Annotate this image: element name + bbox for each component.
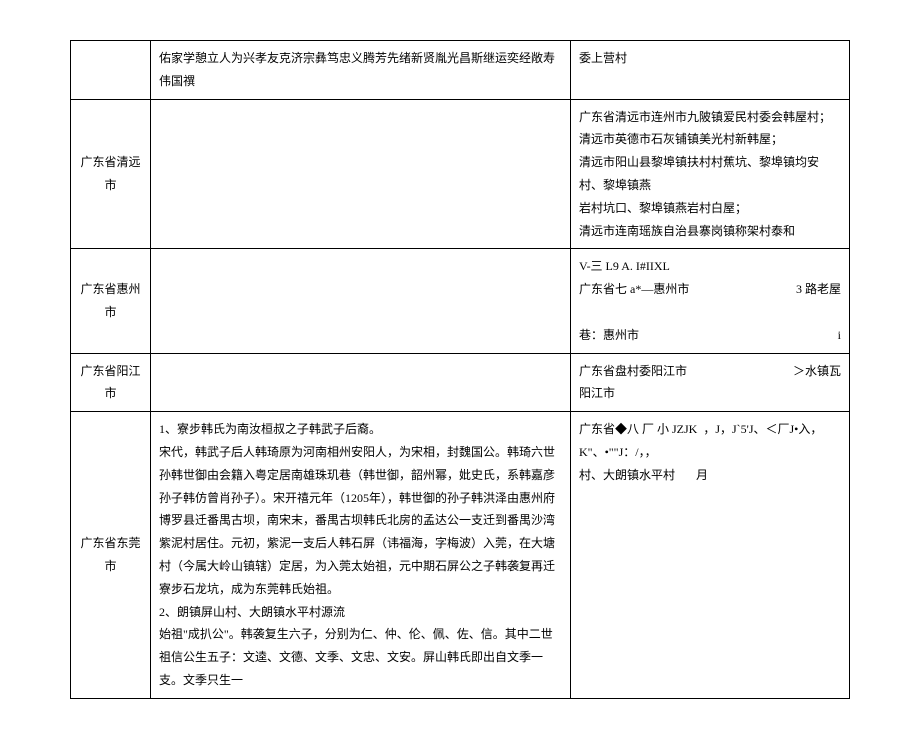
- cell-r3-c1: [151, 353, 571, 412]
- r1-line1: 清远市英德市石灰铺镇美光村新韩屋；: [579, 132, 783, 146]
- cell-r2-c1: [151, 249, 571, 353]
- cell-r4-c0: 广东省东莞市: [71, 412, 151, 699]
- r1-line4: 清远市连南瑶族自治县寨岗镇称架村泰和: [579, 224, 795, 238]
- r4-line0: 1、寮步韩氏为南汝桓叔之子韩武子后裔。: [159, 422, 381, 436]
- r4-line1: 宋代，韩武子后人韩琦原为河南相州安阳人，为宋相，封魏国公。韩琦六世孙韩世御由会籍…: [159, 445, 555, 596]
- r4-line2: 2、朗镇屏山村、大朗镇水平村源流: [159, 605, 345, 619]
- cell-r0-c2: 委上营村: [571, 41, 850, 100]
- cell-r0-c1: 佑家学憩立人为兴孝友克济宗彝笃忠义腾芳先绪新贤胤光昌斯继运奕经敞寿伟国禩: [151, 41, 571, 100]
- cell-r2-c2: V-三 L9 A. I#IIXL广东省七 a*—惠州市3 路老屋巷：惠州市i: [571, 249, 850, 353]
- r1-line3: 岩村坑口、黎埠镇燕岩村白屋；: [579, 201, 747, 215]
- r1-line0: 广东省清远市连州市九陂镇爱民村委会韩屋村；: [579, 110, 831, 124]
- cell-r4-c1: 1、寮步韩氏为南汝桓叔之子韩武子后裔。 宋代，韩武子后人韩琦原为河南相州安阳人，…: [151, 412, 571, 699]
- cell-r3-c2: 广东省盘村委阳江市＞水镇瓦阳江市: [571, 353, 850, 412]
- r4-line3: 始祖"成扒公"。韩袭复生六子，分别为仁、仲、伦、佩、佐、信。其中二世祖信公生五子…: [159, 627, 553, 687]
- cell-r0-c0: [71, 41, 151, 100]
- cell-r4-c2: 广东省◆八 厂 小 JZJK ，J，J`5'J、＜厂J•入，K"、•""J：/，…: [571, 412, 850, 699]
- r1-line2: 清远市阳山县黎埠镇扶村村蕉坑、黎埠镇均安村、黎埠镇燕: [579, 155, 819, 192]
- cell-r1-c1: [151, 99, 571, 249]
- cell-r1-c0: 广东省清远市: [71, 99, 151, 249]
- cell-r3-c0: 广东省阳江市: [71, 353, 151, 412]
- cell-r1-c2: 广东省清远市连州市九陂镇爱民村委会韩屋村； 清远市英德市石灰铺镇美光村新韩屋； …: [571, 99, 850, 249]
- cell-r2-c0: 广东省惠州市: [71, 249, 151, 353]
